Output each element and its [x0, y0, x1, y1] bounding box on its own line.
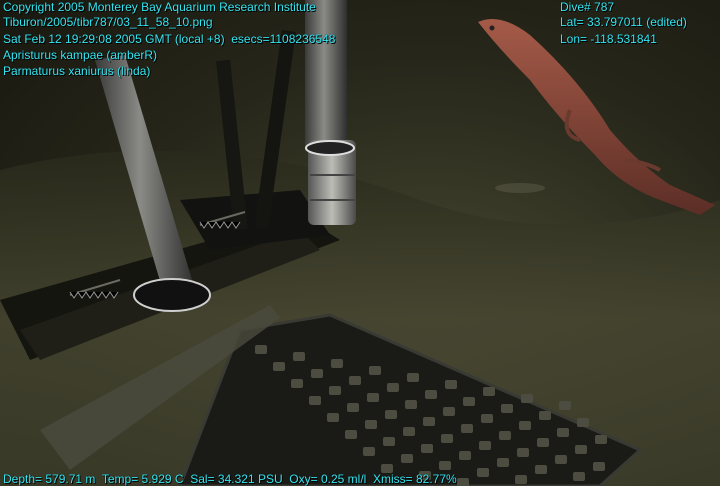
tray-hole — [327, 413, 339, 422]
dive-number-text: Dive# 787 — [560, 0, 615, 14]
tray-hole — [387, 383, 399, 392]
tray-hole — [349, 376, 361, 385]
tray-hole — [537, 438, 549, 447]
copyright-text: Copyright 2005 Monterey Bay Aquarium Res… — [3, 0, 316, 14]
tray-hole — [477, 468, 489, 477]
tray-hole — [439, 461, 451, 470]
tray-hole — [501, 404, 513, 413]
tray-hole — [425, 390, 437, 399]
tray-hole — [311, 369, 323, 378]
tray-hole — [483, 387, 495, 396]
longitude-text: Lon= -118.531841 — [560, 32, 657, 46]
sediment-cloud — [495, 183, 545, 193]
core-ring-left — [133, 278, 211, 312]
tray-hole — [535, 465, 547, 474]
tray-hole — [479, 441, 491, 450]
tray-hole — [423, 417, 435, 426]
tray-hole — [521, 394, 533, 403]
tray-hole — [573, 472, 585, 481]
tray-hole — [385, 410, 397, 419]
tray-hole — [515, 475, 527, 484]
tray-hole — [421, 444, 433, 453]
tray-hole — [345, 430, 357, 439]
tray-hole — [517, 448, 529, 457]
tray-hole — [457, 478, 469, 486]
tray-hole — [499, 431, 511, 440]
video-frame: Copyright 2005 Monterey Bay Aquarium Res… — [0, 0, 720, 486]
tray-hole — [463, 397, 475, 406]
tray-hole — [255, 345, 267, 354]
tray-hole — [331, 359, 343, 368]
tray-hole — [443, 407, 455, 416]
tray-hole — [481, 414, 493, 423]
tray-hole — [291, 379, 303, 388]
tray-hole — [363, 447, 375, 456]
species-label-2: Parmaturus xaniurus (linda) — [3, 64, 151, 78]
push-core-rim — [305, 140, 355, 156]
tray-hole — [405, 400, 417, 409]
tray-hole — [519, 421, 531, 430]
tray-hole — [559, 401, 571, 410]
tray-hole — [383, 437, 395, 446]
tray-hole — [401, 454, 413, 463]
tray-hole — [557, 428, 569, 437]
species-label-1: Apristurus kampae (amberR) — [3, 48, 158, 62]
tray-hole — [407, 373, 419, 382]
latitude-text: Lat= 33.797011 (edited) — [560, 15, 687, 29]
tray-hole — [593, 462, 605, 471]
tray-hole — [595, 435, 607, 444]
tray-hole — [441, 434, 453, 443]
timestamp-text: Sat Feb 12 19:29:08 2005 GMT (local +8) … — [3, 32, 336, 46]
tray-hole — [461, 424, 473, 433]
tray-hole — [329, 386, 341, 395]
tray-hole — [273, 362, 285, 371]
tray-hole — [575, 445, 587, 454]
tray-hole — [293, 352, 305, 361]
tray-hole — [309, 396, 321, 405]
tray-hole — [539, 411, 551, 420]
tray-hole — [403, 427, 415, 436]
tray-hole — [445, 380, 457, 389]
file-path-text: Tiburon/2005/tibr787/03_11_58_10.png — [3, 15, 213, 29]
tray-hole — [347, 403, 359, 412]
tray-hole — [459, 451, 471, 460]
tray-hole — [497, 458, 509, 467]
tray-hole — [365, 420, 377, 429]
telemetry-text: Depth= 579.71 m Temp= 5.929 C Sal= 34.32… — [3, 472, 457, 486]
tray-hole — [577, 418, 589, 427]
tray-hole — [555, 455, 567, 464]
tray-hole — [369, 366, 381, 375]
tray-hole — [367, 393, 379, 402]
core-pipe-right — [305, 0, 347, 150]
